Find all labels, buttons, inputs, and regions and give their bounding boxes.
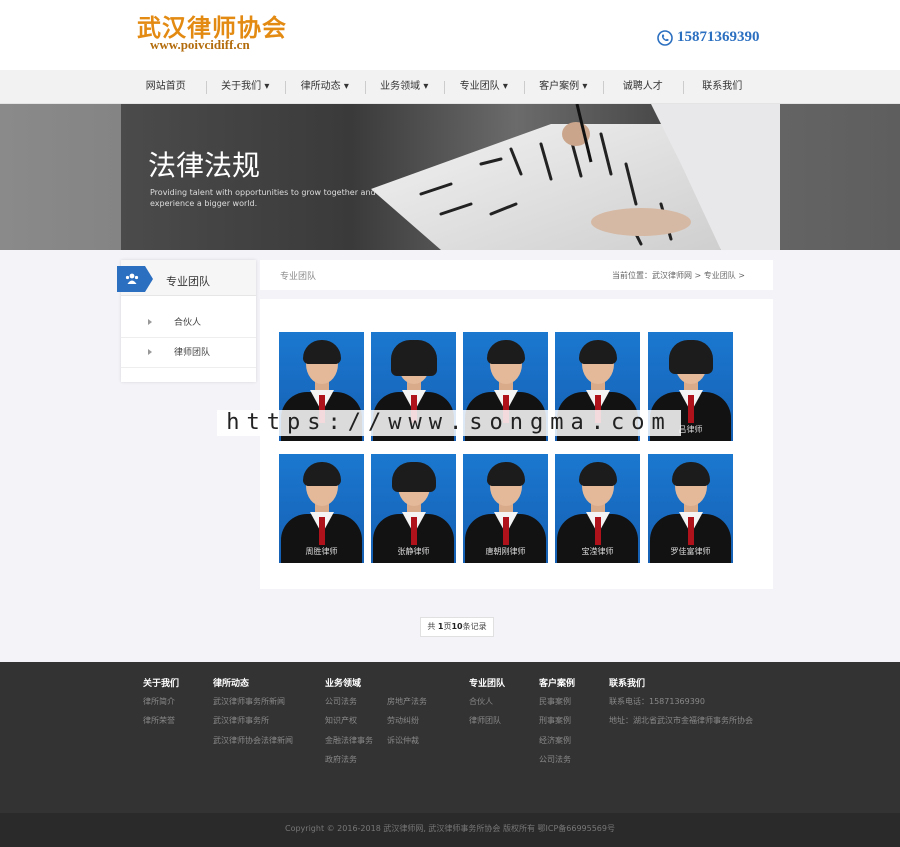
lawyer-name: 张静律师 (397, 547, 430, 556)
team-icon (125, 273, 139, 284)
lawyer-name: 周胜律师 (305, 547, 338, 556)
footer-link[interactable]: 武汉律师事务所 (213, 715, 269, 726)
footer: 关于我们 律所简介 律所荣誉 律所动态 武汉律师事务所新闻 武汉律师事务所 武汉… (0, 662, 900, 813)
team-grid: 吕律师 周胜律师 张静律师 唐朝刚律师 宝滢律师 罗佳富律师 (260, 299, 773, 589)
footer-link[interactable]: 公司法务 (325, 696, 357, 707)
nav-about[interactable]: 关于我们 ▾ (205, 70, 286, 104)
pager-records: 10 (451, 622, 463, 631)
nav-news[interactable]: 律所动态 ▾ (285, 70, 365, 104)
footer-address: 地址：湖北省武汉市金福律师事务所协会 (609, 716, 753, 725)
footer-link[interactable]: 律师团队 (469, 715, 501, 726)
lawyer-card[interactable]: 唐朝刚律师 (463, 454, 548, 563)
footer-link[interactable]: 经济案例 (539, 735, 571, 746)
lawyer-card[interactable]: 罗佳富律师 (648, 454, 733, 563)
pagination: 共 1页10条记录 (420, 617, 494, 637)
footer-link[interactable]: 政府法务 (325, 754, 357, 765)
nav-cases[interactable]: 客户案例 ▾ (523, 70, 604, 104)
lawyer-name: 宝滢律师 (581, 547, 614, 556)
sidebar-item-label: 律师团队 (174, 348, 211, 358)
nav-contact[interactable]: 联系我们 (682, 70, 763, 104)
pager-prefix: 共 (427, 622, 438, 631)
lawyer-name: 罗佳富律师 (670, 547, 711, 556)
footer-link[interactable]: 知识产权 (325, 715, 357, 726)
main-nav: 网站首页 关于我们 ▾ 律所动态 ▾ 业务领域 ▾ 专业团队 ▾ 客户案例 ▾ … (0, 70, 900, 104)
watermark: https://www.songma.com (217, 410, 681, 436)
footer-phone: 联系电话：15871369390 (609, 697, 705, 706)
footer-link[interactable]: 刑事案例 (539, 715, 571, 726)
footer-link[interactable]: 合伙人 (469, 696, 493, 707)
footer-link[interactable]: 武汉律师协会法律新闻 (213, 735, 293, 746)
phone-number[interactable]: 15871369390 (677, 29, 760, 46)
nav-careers[interactable]: 诚聘人才 (603, 70, 683, 104)
breadcrumb[interactable]: 当前位置：武汉律师网 > 专业团队 > (612, 270, 745, 281)
phone-icon (657, 29, 673, 46)
copyright: Copyright © 2016-2018 武汉律师网, 武汉律师事务所协会 版… (0, 813, 900, 847)
lawyer-card[interactable]: 周胜律师 (279, 454, 364, 563)
footer-link[interactable]: 房地产法务 (387, 696, 427, 707)
footer-link[interactable]: 律所荣誉 (143, 715, 175, 726)
banner-title: 法律法规 (148, 149, 261, 182)
section-title: 专业团队 (280, 272, 317, 282)
sidebar-item-label: 合伙人 (174, 318, 202, 328)
nav-practice[interactable]: 业务领域 ▾ (364, 70, 445, 104)
footer-link[interactable]: 诉讼仲裁 (387, 735, 419, 746)
breadcrumb-bar: 专业团队 当前位置：武汉律师网 > 专业团队 > (260, 260, 773, 290)
sidebar-item-lawyer-team[interactable]: 律师团队 (121, 338, 256, 368)
footer-col-title: 律所动态 (213, 679, 250, 689)
footer-col-title: 专业团队 (469, 679, 506, 689)
footer-link[interactable]: 金融法律事务 (325, 735, 373, 746)
footer-link[interactable]: 律所简介 (143, 696, 175, 707)
chevron-right-icon (148, 349, 152, 355)
sidebar-flag (117, 266, 153, 292)
sidebar-header: 专业团队 (117, 260, 256, 296)
site-header: 武汉律师协会 www.poivcidiff.cn 15871369390 (0, 0, 900, 70)
pager-suffix: 条记录 (462, 622, 487, 631)
sidebar: 专业团队 合伙人 律师团队 (117, 260, 256, 382)
footer-link[interactable]: 武汉律师事务所新闻 (213, 696, 285, 707)
footer-link[interactable]: 劳动纠纷 (387, 715, 419, 726)
site-logo-url[interactable]: www.poivcidiff.cn (150, 37, 250, 53)
footer-link[interactable]: 民事案例 (539, 696, 571, 707)
banner-subtitle: Providing talent with opportunities to g… (150, 188, 376, 208)
lawyer-card[interactable]: 张静律师 (371, 454, 456, 563)
footer-col-title: 客户案例 (539, 679, 576, 689)
footer-col-title: 关于我们 (143, 679, 180, 689)
sidebar-title: 专业团队 (166, 275, 210, 288)
chevron-right-icon (148, 319, 152, 325)
footer-link[interactable]: 公司法务 (539, 754, 571, 765)
lawyer-card[interactable]: 宝滢律师 (555, 454, 640, 563)
footer-col-title: 业务领域 (325, 679, 362, 689)
nav-team[interactable]: 专业团队 ▾ (444, 70, 524, 104)
phone-contact: 15871369390 (657, 29, 760, 46)
sidebar-item-partners[interactable]: 合伙人 (121, 308, 256, 338)
nav-home[interactable]: 网站首页 (126, 70, 206, 104)
footer-col-title: 联系我们 (609, 679, 646, 689)
banner: 法律法规 Providing talent with opportunities… (121, 104, 780, 250)
lawyer-name: 唐朝刚律师 (485, 547, 526, 556)
